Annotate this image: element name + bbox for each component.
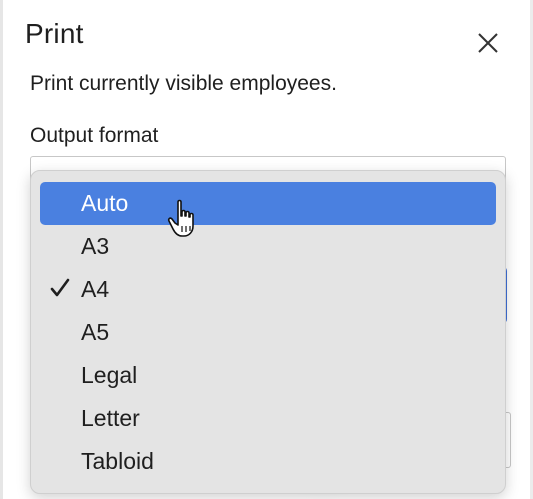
option-a3[interactable]: A3	[40, 225, 496, 268]
close-button[interactable]	[473, 28, 503, 58]
print-dialog: Print Print currently visible employees.…	[3, 0, 530, 499]
close-icon	[478, 33, 498, 53]
output-format-dropdown[interactable]: Auto A3 A4 A5 Legal Letter Tabloid	[30, 170, 506, 494]
option-a4[interactable]: A4	[40, 268, 496, 311]
option-label: Auto	[81, 190, 129, 216]
dialog-title: Print	[25, 18, 84, 49]
dialog-description: Print currently visible employees.	[30, 72, 337, 95]
print-page: Print Print currently visible employees.…	[0, 0, 533, 499]
option-label: Letter	[81, 405, 140, 431]
option-letter[interactable]: Letter	[40, 397, 496, 440]
option-auto[interactable]: Auto	[40, 182, 496, 225]
option-legal[interactable]: Legal	[40, 354, 496, 397]
option-label: Legal	[81, 362, 138, 388]
option-tabloid[interactable]: Tabloid	[40, 440, 496, 483]
option-label: A5	[81, 319, 110, 345]
option-label: A3	[81, 233, 110, 259]
checkmark-icon	[50, 277, 70, 299]
option-a5[interactable]: A5	[40, 311, 496, 354]
output-format-label: Output format	[30, 124, 159, 147]
option-label: Tabloid	[81, 448, 154, 474]
option-label: A4	[81, 276, 110, 302]
